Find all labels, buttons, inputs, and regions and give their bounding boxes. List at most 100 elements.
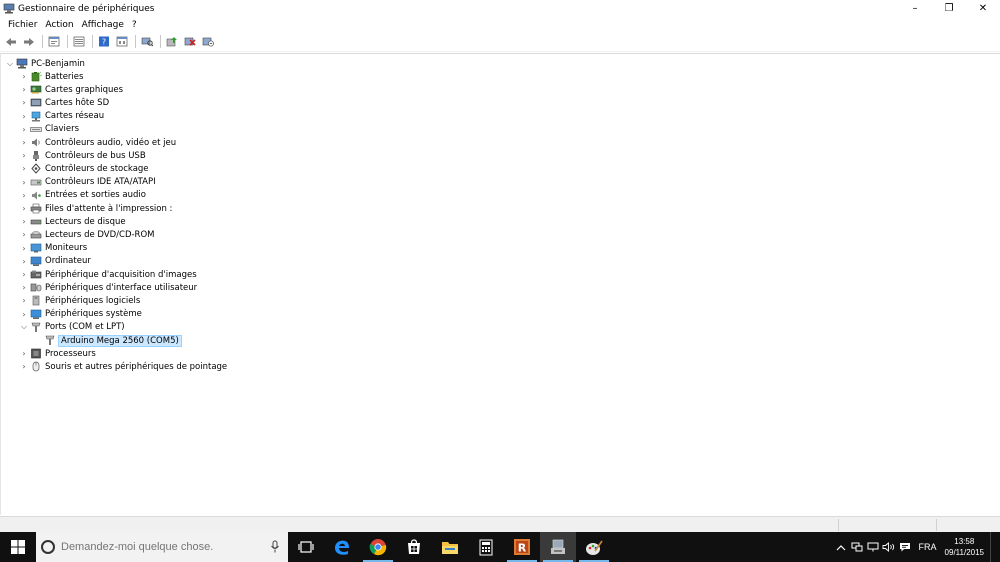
- maximize-button[interactable]: ❐: [932, 0, 966, 17]
- device-tree[interactable]: ⌵ PC-Benjamin › Batteries › Cartes graphiqu…: [0, 53, 1000, 515]
- uninstall-device-icon[interactable]: [200, 35, 216, 49]
- minimize-button[interactable]: –: [898, 0, 932, 17]
- chevron-right-icon[interactable]: ›: [18, 360, 30, 373]
- chevron-right-icon[interactable]: ›: [18, 83, 30, 96]
- calculator-icon[interactable]: [468, 532, 504, 562]
- paint-icon[interactable]: [576, 532, 612, 562]
- tree-item-label: Batteries: [45, 71, 84, 82]
- taskbar: R FRA 13:58 09/11/2015: [0, 532, 1000, 562]
- tree-category[interactable]: › Entrées et sorties audio: [18, 189, 146, 202]
- tree-category[interactable]: › Claviers: [18, 123, 79, 136]
- tree-category[interactable]: › Batteries: [18, 70, 83, 83]
- close-button[interactable]: ✕: [966, 0, 1000, 17]
- back-arrow-icon[interactable]: [3, 35, 19, 49]
- cortana-search-box[interactable]: [36, 532, 288, 562]
- tree-item-label: Processeurs: [45, 348, 96, 359]
- forward-arrow-icon[interactable]: [21, 35, 37, 49]
- chevron-right-icon[interactable]: ›: [18, 255, 30, 268]
- show-desktop-button[interactable]: [990, 532, 1000, 562]
- chevron-right-icon[interactable]: ›: [18, 162, 30, 175]
- scan-hardware-icon[interactable]: [139, 35, 155, 49]
- network-icon[interactable]: [849, 532, 865, 562]
- chevron-right-icon[interactable]: ›: [18, 308, 30, 321]
- title-bar[interactable]: Gestionnaire de périphériques – ❐ ✕: [0, 0, 1000, 17]
- search-input[interactable]: [61, 541, 251, 553]
- chevron-right-icon[interactable]: ›: [18, 242, 30, 255]
- tree-category[interactable]: › Périphériques système: [18, 308, 142, 321]
- chevron-right-icon[interactable]: ›: [18, 149, 30, 162]
- tree-category[interactable]: › Cartes hôte SD: [18, 96, 109, 109]
- chevron-right-icon[interactable]: ›: [18, 110, 30, 123]
- chevron-right-icon[interactable]: ›: [18, 189, 30, 202]
- tree-category[interactable]: › Périphériques d'interface utilisateur: [18, 281, 197, 294]
- chevron-right-icon[interactable]: ›: [18, 281, 30, 294]
- chevron-right-icon[interactable]: ›: [18, 136, 30, 149]
- chevron-right-icon[interactable]: ›: [18, 123, 30, 136]
- tree-category[interactable]: › Périphérique d'acquisition d'images: [18, 268, 197, 281]
- chevron-right-icon[interactable]: ›: [18, 70, 30, 83]
- tree-category[interactable]: › Processeurs: [18, 347, 96, 360]
- edge-icon[interactable]: [324, 532, 360, 562]
- properties-sheet-icon[interactable]: [46, 35, 62, 49]
- chevron-down-icon[interactable]: ⌵: [4, 57, 16, 70]
- tree-item-label: Arduino Mega 2560 (COM5): [58, 334, 182, 347]
- chevron-right-icon[interactable]: ›: [18, 176, 30, 189]
- tree-category[interactable]: › Contrôleurs de bus USB: [18, 149, 146, 162]
- view-resources-icon[interactable]: [114, 35, 130, 49]
- tree-item-label: Périphérique d'acquisition d'images: [45, 269, 197, 280]
- chevron-right-icon[interactable]: ›: [18, 96, 30, 109]
- chevron-up-icon[interactable]: [833, 532, 849, 562]
- chevron-right-icon[interactable]: ›: [18, 228, 30, 241]
- monitor-icon: [30, 243, 42, 254]
- menu-file[interactable]: Fichier: [4, 20, 41, 30]
- tree-category[interactable]: › Souris et autres périphériques de point…: [18, 360, 227, 373]
- tree-category[interactable]: › Contrôleurs de stockage: [18, 162, 149, 175]
- device-manager-taskbar-icon[interactable]: [540, 532, 576, 562]
- message-icon[interactable]: [897, 532, 913, 562]
- tree-category[interactable]: ⌵ Ports (COM et LPT): [18, 321, 125, 334]
- chevron-down-icon[interactable]: ⌵: [18, 321, 30, 334]
- show-hide-tree-icon[interactable]: [71, 35, 87, 49]
- tree-root[interactable]: ⌵ PC-Benjamin: [4, 57, 85, 70]
- tree-item-label: Ordinateur: [45, 256, 91, 267]
- tree-category[interactable]: › Lecteurs de DVD/CD-ROM: [18, 228, 154, 241]
- store-icon[interactable]: [396, 532, 432, 562]
- tree-category[interactable]: › Contrôleurs IDE ATA/ATAPI: [18, 176, 155, 189]
- disable-device-icon[interactable]: [182, 35, 198, 49]
- chevron-right-icon[interactable]: ›: [18, 215, 30, 228]
- update-driver-icon[interactable]: [164, 35, 180, 49]
- volume-icon[interactable]: [881, 532, 897, 562]
- chevron-right-icon[interactable]: ›: [18, 347, 30, 360]
- chevron-right-icon[interactable]: ›: [18, 202, 30, 215]
- menu-help[interactable]: ?: [128, 20, 141, 30]
- clock[interactable]: 13:58 09/11/2015: [945, 536, 984, 558]
- menu-action[interactable]: Action: [41, 20, 77, 30]
- menu-view[interactable]: Affichage: [78, 20, 128, 30]
- tree-category[interactable]: › Moniteurs: [18, 242, 87, 255]
- help-icon[interactable]: ?: [96, 35, 112, 49]
- svg-text:?: ?: [102, 38, 106, 47]
- start-button[interactable]: [0, 532, 36, 562]
- tree-category[interactable]: › Cartes réseau: [18, 110, 104, 123]
- task-view-icon[interactable]: [288, 532, 324, 562]
- chrome-icon[interactable]: [360, 532, 396, 562]
- r-app-icon[interactable]: R: [504, 532, 540, 562]
- computer-icon: [30, 256, 42, 267]
- microphone-icon[interactable]: [270, 540, 280, 554]
- window-controls: – ❐ ✕: [898, 0, 1000, 17]
- tree-category[interactable]: › Périphériques logiciels: [18, 294, 140, 307]
- chevron-right-icon[interactable]: ›: [18, 268, 30, 281]
- tree-category[interactable]: › Contrôleurs audio, vidéo et jeu: [18, 136, 176, 149]
- projection-icon[interactable]: [865, 532, 881, 562]
- tree-item-label: Périphériques d'interface utilisateur: [45, 282, 198, 293]
- chevron-right-icon[interactable]: ›: [18, 294, 30, 307]
- tree-category[interactable]: › Cartes graphiques: [18, 83, 123, 96]
- file-explorer-icon[interactable]: [432, 532, 468, 562]
- language-indicator[interactable]: FRA: [919, 542, 937, 552]
- tree-item-label: Contrôleurs de bus USB: [45, 150, 146, 161]
- tree-category[interactable]: › Files d'attente à l'impression :: [18, 202, 172, 215]
- tree-category[interactable]: › Ordinateur: [18, 255, 91, 268]
- tree-category[interactable]: › Lecteurs de disque: [18, 215, 125, 228]
- graphics-card-icon: [30, 84, 42, 95]
- tree-child-item[interactable]: Arduino Mega 2560 (COM5): [32, 334, 182, 347]
